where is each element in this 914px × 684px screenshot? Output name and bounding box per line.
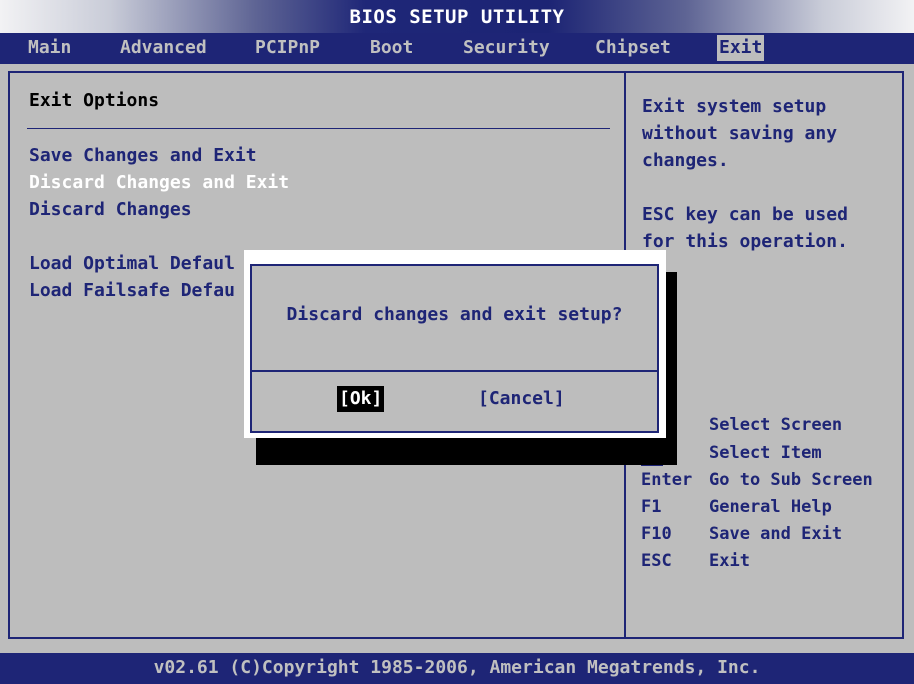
menu-tab-security[interactable]: Security xyxy=(461,35,552,61)
section-rule xyxy=(27,128,610,129)
confirm-dialog: Discard changes and exit setup? [Ok] [Ca… xyxy=(244,250,666,438)
menu-tab-boot[interactable]: Boot xyxy=(368,35,415,61)
dialog-separator xyxy=(252,370,657,372)
help-text-esc-note: ESC key can be used for this operation. xyxy=(642,204,848,252)
menu-bar: Main Advanced PCIPnP Boot Security Chips… xyxy=(0,33,914,64)
dialog-message: Discard changes and exit setup? xyxy=(286,304,623,325)
help-text-description: Exit system setup without saving any cha… xyxy=(642,96,838,171)
menu-tab-chipset[interactable]: Chipset xyxy=(593,35,673,61)
dialog-frame: Discard changes and exit setup? [Ok] [Ca… xyxy=(250,264,659,433)
legend-key: F1 xyxy=(641,497,662,517)
legend-desc: Save and Exit xyxy=(709,524,843,544)
cancel-button[interactable]: [Cancel] xyxy=(476,386,567,412)
legend-key: ESC xyxy=(641,551,672,571)
option-discard-changes[interactable]: Discard Changes xyxy=(29,199,192,220)
title-bar: BIOS SETUP UTILITY xyxy=(0,0,914,33)
menu-tab-pcipnp[interactable]: PCIPnP xyxy=(253,35,322,61)
menu-tab-advanced[interactable]: Advanced xyxy=(118,35,209,61)
menu-tab-main[interactable]: Main xyxy=(26,35,73,61)
legend-desc: Exit xyxy=(709,551,750,571)
footer-bar: v02.61 (C)Copyright 1985-2006, American … xyxy=(0,653,914,684)
menu-tab-exit[interactable]: Exit xyxy=(717,35,765,61)
section-title: Exit Options xyxy=(29,90,160,111)
legend-desc: Select Item xyxy=(709,443,822,463)
option-discard-changes-and-exit[interactable]: Discard Changes and Exit xyxy=(29,172,289,193)
option-save-changes-and-exit[interactable]: Save Changes and Exit xyxy=(29,145,257,166)
option-load-optimal-defaults[interactable]: Load Optimal Defaul xyxy=(29,253,235,274)
copyright-text: v02.61 (C)Copyright 1985-2006, American … xyxy=(153,657,761,678)
legend-key: Enter xyxy=(641,470,693,490)
app-title: BIOS SETUP UTILITY xyxy=(349,6,565,28)
legend-key: F10 xyxy=(641,524,672,544)
ok-button[interactable]: [Ok] xyxy=(337,386,385,412)
legend-desc: General Help xyxy=(709,497,832,517)
legend-desc: Go to Sub Screen xyxy=(709,470,873,490)
legend-desc: Select Screen xyxy=(709,415,843,435)
option-load-failsafe-defaults[interactable]: Load Failsafe Defau xyxy=(29,280,235,301)
